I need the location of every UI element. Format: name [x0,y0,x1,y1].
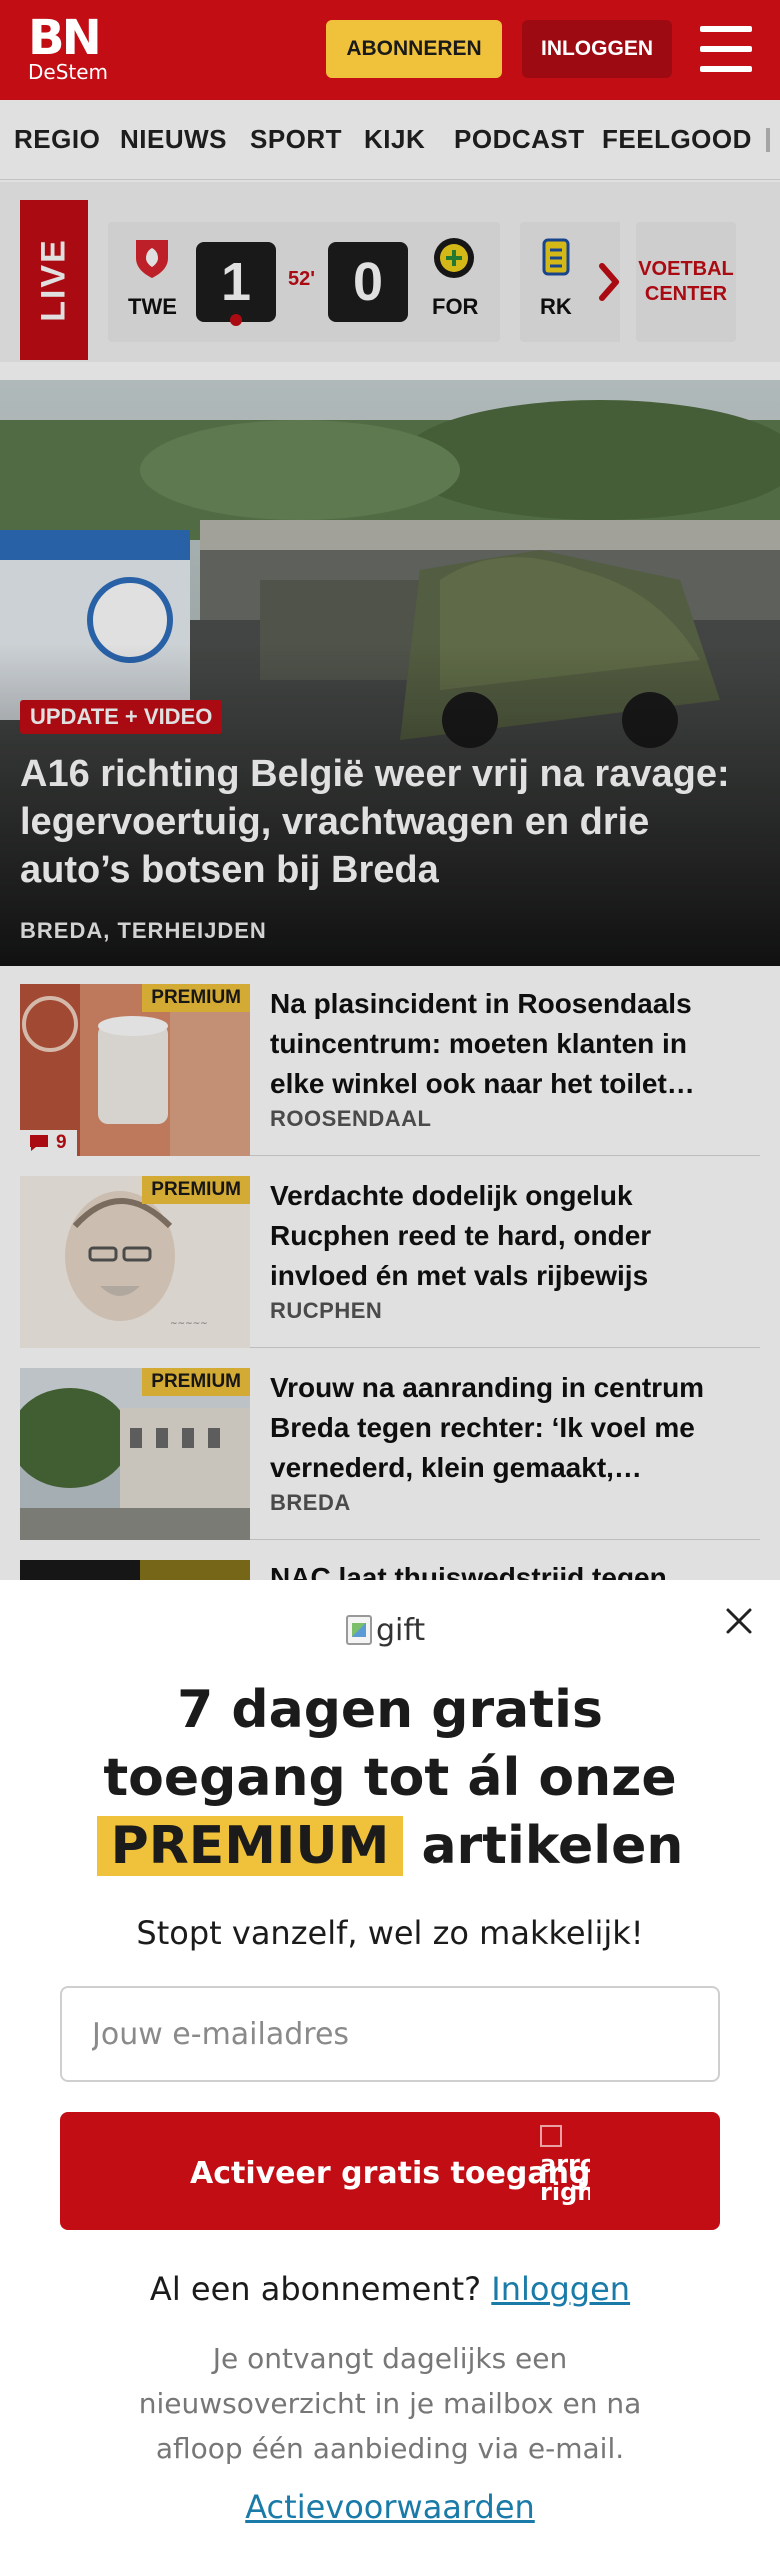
premium-badge: PREMIUM [142,984,250,1012]
promo-subtitle: Stopt vanzelf, wel zo makkelijk! [136,1914,644,1952]
subscribe-button[interactable]: ABONNEREN [326,20,502,78]
activate-free-access-button[interactable]: Activeer gratis toegang arrow right [60,2112,720,2230]
logo-main: BN [28,10,102,66]
hero-badge: UPDATE + VIDEO [20,700,223,734]
arrow-right-icon: arrow right [540,2122,590,2222]
list-item[interactable]: PREMIUM Vrouw na aanranding in centrum B… [20,1350,760,1540]
article-thumbnail [20,1560,250,1580]
next-team-code: RK [540,294,572,319]
live-badge: LIVE [20,200,88,360]
main-nav: REGIO NIEUWS SPORT KIJK PODCAST FEELGOOD [0,100,780,180]
hero-article[interactable]: UPDATE + VIDEO A16 richting België weer … [0,380,780,966]
promo-disclaimer: Je ontvangt dagelijks een nieuwsoverzich… [138,2342,642,2465]
match-card[interactable]: TWE 1 52' 0 FOR [108,222,500,342]
article-thumbnail: PREMIUM [20,1368,250,1540]
nav-overflow-hint [766,128,770,152]
nav-item-feelgood[interactable]: FEELGOOD [602,124,752,155]
promo-title-line2: toegang tot ál onze [103,1748,677,1808]
login-link[interactable]: Inloggen [491,2270,630,2308]
menu-icon[interactable] [700,26,752,72]
live-label: LIVE [34,238,73,322]
list-item[interactable]: NAC laat thuiswedstrijd tegen [20,1542,760,1580]
nav-item-kijk[interactable]: KIJK [364,124,425,155]
broken-image-icon [346,1615,372,1645]
article-thumbnail: ~~~~~ PREMIUM [20,1176,250,1348]
list-item[interactable]: PREMIUM 9 Na plasincident in Roosendaals… [20,966,760,1156]
article-thumbnail: PREMIUM 9 [20,984,250,1156]
article-title[interactable]: Na plasincident in Roosendaals tuincentr… [270,984,740,1104]
hero-place: BREDA, TERHEIJDEN [20,918,267,943]
gift-alt-text: gift [376,1612,426,1648]
away-team-code: FOR [432,294,479,319]
cta-label: Activeer gratis toegang [190,2156,591,2191]
gift-image: gift [346,1610,436,1650]
live-score-strip: LIVE TWE 1 52' 0 FOR RK VOETBAL CENTER [0,182,780,362]
comment-count[interactable]: 9 [20,1130,77,1156]
hero-title[interactable]: A16 richting België weer vrij na ravage:… [20,750,760,894]
site-header: BN DeStem ABONNEREN INLOGGEN [0,0,780,100]
premium-highlight: PREMIUM [96,1816,404,1876]
list-item[interactable]: ~~~~~ PREMIUM Verdachte dodelijk ongeluk… [20,1158,760,1348]
premium-badge: PREMIUM [142,1368,250,1396]
terms-link[interactable]: Actievoorwaarden [0,2488,780,2526]
away-score: 0 [328,242,408,322]
close-icon[interactable] [722,1604,756,1638]
fortuna-logo-icon [432,236,476,280]
article-place: BREDA [270,1490,351,1515]
home-team-code: TWE [128,294,177,319]
live-dot [230,314,242,326]
home-score: 1 [196,242,276,322]
logo-sub: DeStem [28,60,109,84]
login-button[interactable]: INLOGGEN [522,20,672,78]
promo-title-line1: 7 dagen gratis [177,1680,603,1740]
article-place: RUCPHEN [270,1298,383,1323]
email-input[interactable] [60,1986,720,2082]
comment-icon [30,1135,48,1151]
article-title[interactable]: Verdachte dodelijk ongeluk Rucphen reed … [270,1176,740,1296]
already-text: Al een abonnement? [149,2270,482,2308]
chevron-right-icon[interactable] [598,262,622,302]
nav-item-sport[interactable]: SPORT [250,124,342,155]
rkc-logo-icon [542,236,586,280]
article-place: ROOSENDAAL [270,1106,432,1131]
promo-title-line3: PREMIUM artikelen [0,1812,780,1880]
promo-title-end: artikelen [421,1816,684,1876]
site-logo[interactable]: BN DeStem [28,14,108,82]
voetbal-center-label: VOETBAL CENTER [638,258,734,305]
premium-promo-sheet: gift 7 dagen gratis toegang tot ál onze … [0,1580,780,2560]
already-subscribed: Al een abonnement? Inloggen [0,2270,780,2308]
nav-item-podcast[interactable]: PODCAST [454,124,585,155]
promo-title: 7 dagen gratis toegang tot ál onze PREMI… [0,1676,780,1880]
nav-item-nieuws[interactable]: NIEUWS [120,124,227,155]
premium-badge: PREMIUM [142,1176,250,1204]
article-title[interactable]: Vrouw na aanranding in centrum Breda teg… [270,1368,740,1488]
svg-text:~~~~~: ~~~~~ [170,1319,208,1329]
twente-logo-icon [130,236,174,280]
match-minute: 52' [288,268,316,290]
comment-count-value: 9 [56,1132,67,1153]
voetbal-center-link[interactable]: VOETBAL CENTER [636,222,736,342]
cta-img-alt: arrow right [540,2150,590,2206]
nav-item-regio[interactable]: REGIO [14,124,100,155]
article-title[interactable]: NAC laat thuiswedstrijd tegen [270,1558,740,1580]
